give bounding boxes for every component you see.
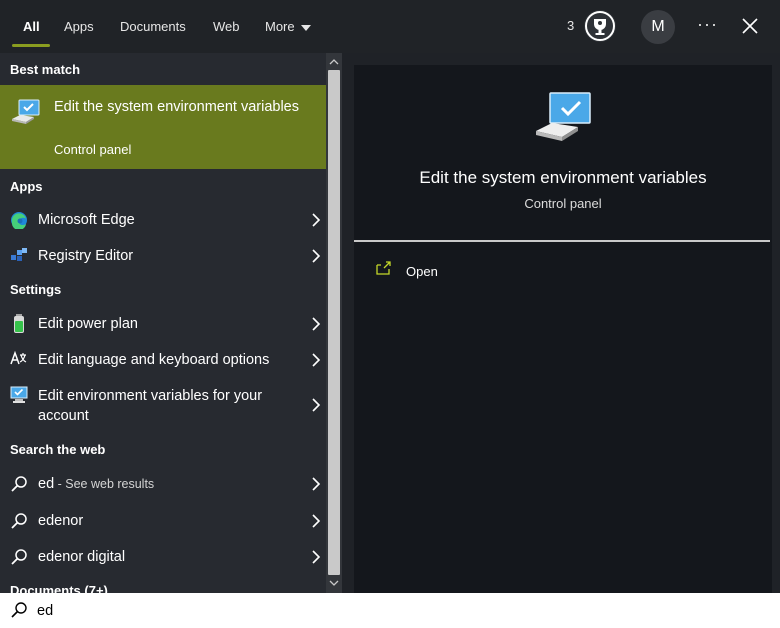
chevron-right-icon[interactable] [311, 249, 321, 263]
preview-subtitle: Control panel [524, 196, 602, 211]
chevron-right-icon[interactable] [311, 477, 321, 491]
top-bar: All Apps Documents Web More 3 M ··· [0, 0, 780, 53]
list-item[interactable]: Edit language and keyboard options [0, 348, 326, 382]
more-options-icon[interactable]: ··· [697, 14, 718, 35]
open-external-icon [376, 261, 391, 275]
scroll-up-icon[interactable] [329, 57, 339, 67]
chevron-right-icon[interactable] [311, 353, 321, 367]
preview-title: Edit the system environment variables [419, 168, 707, 187]
chevron-right-icon[interactable] [311, 213, 321, 227]
divider [354, 240, 770, 242]
registry-icon [11, 248, 27, 261]
list-item-label: Registry Editor [38, 248, 134, 264]
list-item-label: Edit power plan [38, 316, 138, 332]
preview-panel: Edit the system environment variables Co… [354, 65, 772, 593]
list-item[interactable]: Edit power plan [0, 312, 326, 346]
search-icon [11, 549, 27, 565]
list-item[interactable]: ed - See web results [0, 472, 326, 506]
web-query: ed [38, 476, 55, 492]
search-icon [11, 513, 27, 529]
apps-heading: Apps [10, 179, 43, 194]
tab-documents[interactable]: Documents [120, 0, 186, 53]
list-item-label: Edit environment variables for your acco… [38, 388, 263, 424]
battery-icon [14, 314, 24, 333]
results-scrollbar[interactable] [326, 53, 342, 593]
search-bar [0, 593, 780, 628]
language-icon [10, 350, 27, 365]
open-button[interactable]: Open [376, 261, 496, 283]
computer-icon [10, 386, 28, 403]
close-icon[interactable] [740, 16, 760, 36]
list-item[interactable]: edenor digital [0, 545, 326, 579]
best-match-heading: Best match [10, 62, 81, 77]
tab-more-label: More [265, 19, 295, 34]
list-item-label: ed - See web results [38, 474, 154, 494]
list-item[interactable]: Registry Editor [0, 244, 326, 278]
system-settings-icon [536, 92, 591, 141]
best-match-title: Edit the system environment variables [54, 99, 299, 115]
list-item-label: edenor digital [38, 549, 126, 565]
reward-count: 3 [567, 18, 575, 33]
chevron-right-icon[interactable] [311, 514, 321, 528]
list-item-label: edenor [38, 513, 84, 529]
settings-heading: Settings [10, 282, 62, 297]
active-tab-indicator [12, 44, 50, 47]
tab-apps[interactable]: Apps [64, 0, 94, 53]
edge-icon [11, 212, 27, 229]
documents-heading: Documents (7+) [10, 583, 108, 593]
avatar[interactable]: M [641, 10, 675, 44]
best-match-item[interactable]: Edit the system environment variables Co… [0, 85, 326, 169]
search-icon [11, 476, 27, 492]
chevron-right-icon[interactable] [311, 317, 321, 331]
search-web-heading: Search the web [10, 442, 106, 457]
list-item[interactable]: edenor [0, 509, 326, 543]
open-label: Open [406, 264, 438, 279]
list-item[interactable]: Edit environment variables for your acco… [0, 384, 326, 428]
chevron-right-icon[interactable] [311, 398, 321, 412]
results-panel: Best match Edit the system environment v… [0, 53, 326, 593]
search-icon [11, 602, 27, 618]
search-input[interactable] [37, 601, 737, 621]
caret-down-icon [300, 24, 311, 31]
tab-more[interactable]: More [265, 0, 311, 53]
scrollbar-thumb[interactable] [328, 70, 340, 575]
chevron-right-icon[interactable] [311, 550, 321, 564]
web-hint: - See web results [54, 477, 155, 491]
scroll-down-icon[interactable] [329, 578, 339, 588]
list-item-label: Edit language and keyboard options [38, 352, 270, 368]
list-item-label: Microsoft Edge [38, 212, 135, 228]
best-match-subtitle: Control panel [54, 142, 132, 157]
system-settings-icon [12, 99, 40, 124]
tab-web[interactable]: Web [213, 0, 240, 53]
rewards-trophy-icon[interactable] [584, 10, 616, 42]
list-item[interactable]: Microsoft Edge [0, 208, 326, 242]
